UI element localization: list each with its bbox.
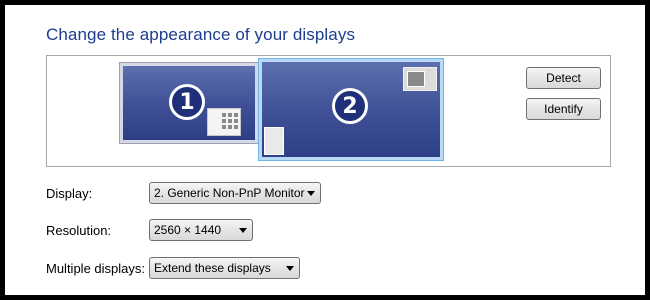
chevron-down-icon xyxy=(239,228,247,233)
chevron-down-icon xyxy=(307,191,315,196)
multiple-displays-select-value: Extend these displays xyxy=(154,261,271,275)
chevron-down-icon xyxy=(286,266,294,271)
resolution-label: Resolution: xyxy=(46,223,112,238)
document-icon xyxy=(264,127,284,155)
display-select-value: 2. Generic Non-PnP Monitor xyxy=(154,186,305,200)
resolution-select-value: 2560 × 1440 xyxy=(154,223,222,237)
monitor-arrangement-panel: 1 2 Detect Identify xyxy=(46,55,611,167)
monitor-1[interactable]: 1 xyxy=(119,62,259,144)
multiple-displays-select[interactable]: Extend these displays xyxy=(149,257,300,279)
multiple-displays-label: Multiple displays: xyxy=(46,261,145,276)
resolution-select[interactable]: 2560 × 1440 xyxy=(149,219,253,241)
window-panel-icon xyxy=(403,67,437,91)
page-title: Change the appearance of your displays xyxy=(46,25,356,44)
monitor-2[interactable]: 2 xyxy=(258,58,444,161)
monitor-number-badge: 1 xyxy=(169,84,205,120)
detect-button[interactable]: Detect xyxy=(526,67,601,89)
display-settings-page: Change the appearance of your displays 1… xyxy=(5,5,645,295)
display-label: Display: xyxy=(46,186,93,201)
identify-button[interactable]: Identify xyxy=(526,98,601,120)
desktop-grid-icon xyxy=(207,108,241,136)
display-select[interactable]: 2. Generic Non-PnP Monitor xyxy=(149,182,321,204)
monitor-number-badge: 2 xyxy=(332,88,368,124)
